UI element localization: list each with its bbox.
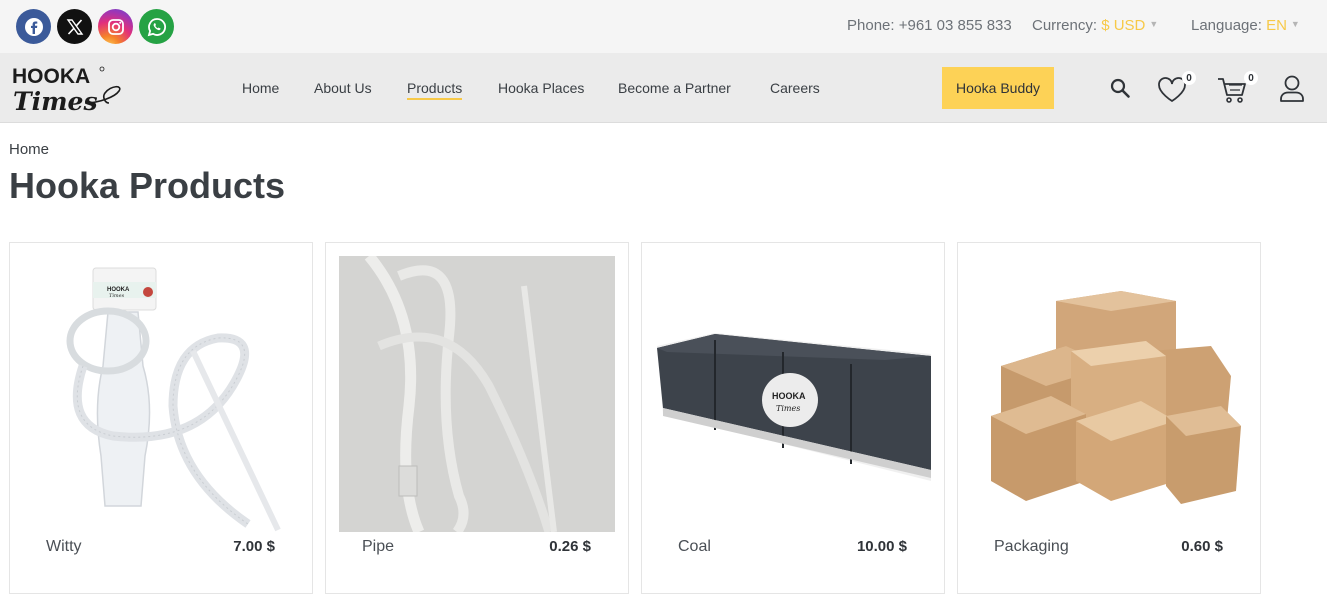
whatsapp-icon[interactable] — [139, 9, 174, 44]
nav-about-us[interactable]: About Us — [314, 80, 372, 96]
page-title: Hooka Products — [9, 165, 286, 206]
product-price: 0.26 $ — [549, 538, 591, 555]
product-price: 10.00 $ — [856, 538, 907, 555]
product-name[interactable]: Witty — [46, 538, 82, 556]
currency-selector[interactable]: Currency: $ USD ▼ — [1032, 17, 1158, 34]
product-name[interactable]: Coal — [678, 538, 711, 556]
currency-label: Currency: — [1032, 17, 1098, 34]
witty-label-logo-line2: Times — [109, 293, 125, 299]
logo-line2: Times — [13, 87, 98, 116]
product-image-pipe[interactable] — [339, 256, 615, 532]
instagram-icon[interactable] — [98, 9, 133, 44]
facebook-icon[interactable] — [16, 9, 51, 44]
product-price: 7.00 $ — [233, 538, 275, 555]
logo-line1: HOOKA — [12, 65, 90, 88]
currency-value[interactable]: $ USD — [1101, 17, 1145, 34]
nav-careers[interactable]: Careers — [770, 80, 820, 96]
product-card-coal[interactable]: HOOKA Times Coal 10.00 $ — [641, 242, 945, 594]
x-icon[interactable] — [57, 9, 92, 44]
hooka-times-logo[interactable]: HOOKA Times — [9, 61, 124, 116]
product-image-packaging[interactable] — [971, 256, 1247, 532]
breadcrumb-home[interactable]: Home — [9, 141, 49, 158]
nav-hooka-places[interactable]: Hooka Places — [498, 80, 584, 96]
hooka-buddy-button[interactable]: Hooka Buddy — [942, 67, 1054, 109]
product-name[interactable]: Pipe — [362, 538, 394, 556]
search-icon[interactable] — [1109, 77, 1131, 104]
wishlist-count-badge: 0 — [1182, 71, 1196, 85]
cart-icon[interactable]: 0 — [1216, 71, 1258, 105]
chevron-down-icon: ▼ — [1149, 19, 1159, 29]
nav-home[interactable]: Home — [242, 80, 279, 96]
coal-label-logo-line2: Times — [776, 404, 800, 413]
nav-products[interactable]: Products — [407, 80, 463, 100]
product-card-pipe[interactable]: Pipe 0.26 $ — [325, 242, 629, 594]
phone-number[interactable]: +961 03 855 833 — [899, 17, 1012, 34]
nav-become-a-partner[interactable]: Become a Partner — [618, 80, 731, 96]
product-card-witty[interactable]: HOOKA Times Witty 7.00 $ — [9, 242, 313, 594]
coal-label-logo-line1: HOOKA — [772, 391, 806, 401]
phone-info: Phone: +961 03 855 833 — [847, 17, 1012, 34]
language-label: Language: — [1191, 17, 1262, 34]
language-selector[interactable]: Language: EN ▼ — [1191, 17, 1300, 34]
language-value[interactable]: EN — [1266, 17, 1287, 34]
product-price: 0.60 $ — [1181, 538, 1223, 555]
top-bar: Phone: +961 03 855 833 Currency: $ USD ▼ … — [0, 0, 1327, 53]
wishlist-icon[interactable]: 0 — [1156, 71, 1196, 105]
product-card-packaging[interactable]: Packaging 0.60 $ — [957, 242, 1261, 594]
cart-count-badge: 0 — [1244, 71, 1258, 85]
product-image-witty[interactable]: HOOKA Times — [23, 256, 299, 532]
chevron-down-icon: ▼ — [1290, 19, 1300, 29]
user-account-icon[interactable] — [1278, 74, 1306, 109]
product-image-coal[interactable]: HOOKA Times — [655, 256, 931, 532]
product-name[interactable]: Packaging — [994, 538, 1069, 556]
phone-label: Phone: — [847, 17, 895, 34]
